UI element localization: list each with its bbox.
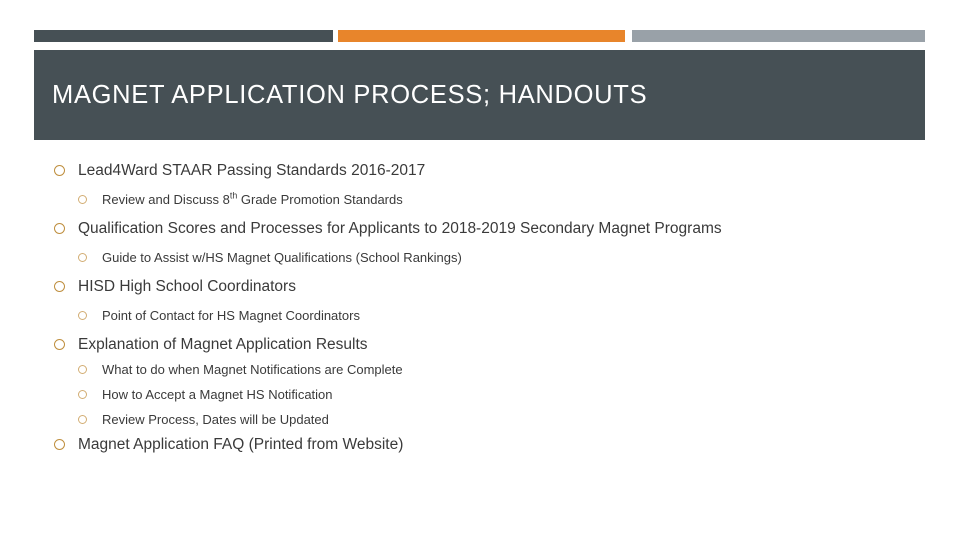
list-item-label: Qualification Scores and Processes for A…: [78, 219, 722, 237]
slide-canvas: MAGNET APPLICATION PROCESS; HANDOUTS Lea…: [0, 0, 960, 540]
bullet-circle-icon: [78, 195, 87, 204]
bullet-circle-icon: [78, 390, 87, 399]
bullet-circle-icon: [78, 415, 87, 424]
bullet-circle-icon: [78, 365, 87, 374]
list-item: Explanation of Magnet Application Result…: [34, 332, 925, 357]
bullet-circle-icon: [54, 439, 65, 450]
list-item: HISD High School Coordinators: [34, 274, 925, 299]
page-title: MAGNET APPLICATION PROCESS; HANDOUTS: [52, 80, 648, 109]
list-item-label: Review and Discuss 8th Grade Promotion S…: [102, 191, 403, 207]
list-item-label: HISD High School Coordinators: [78, 277, 296, 295]
list-item: What to do when Magnet Notifications are…: [34, 357, 925, 382]
list-item: Magnet Application FAQ (Printed from Web…: [34, 432, 925, 457]
list-item: Guide to Assist w/HS Magnet Qualificatio…: [34, 245, 925, 270]
list-item: Review Process, Dates will be Updated: [34, 407, 925, 432]
list-item: Review and Discuss 8th Grade Promotion S…: [34, 187, 925, 212]
list-item-label: How to Accept a Magnet HS Notification: [102, 387, 333, 402]
list-item-label: Explanation of Magnet Application Result…: [78, 335, 368, 353]
bullet-circle-icon: [78, 253, 87, 262]
bullet-circle-icon: [54, 339, 65, 350]
list-item-label: Guide to Assist w/HS Magnet Qualificatio…: [102, 250, 462, 265]
accent-segment-orange: [338, 30, 625, 42]
list-item-label: Review Process, Dates will be Updated: [102, 412, 329, 427]
list-item-text-before-superscript: Review and Discuss 8: [102, 192, 230, 207]
accent-segment-dark: [34, 30, 333, 42]
bullet-circle-icon: [54, 281, 65, 292]
list-item-text-after-superscript: Grade Promotion Standards: [237, 192, 403, 207]
bullet-circle-icon: [78, 311, 87, 320]
header-accent-rule: [34, 30, 925, 42]
list-item-label: Magnet Application FAQ (Printed from Web…: [78, 435, 404, 453]
list-item: Qualification Scores and Processes for A…: [34, 216, 925, 241]
list-item: Lead4Ward STAAR Passing Standards 2016-2…: [34, 158, 925, 183]
accent-gap-right: [625, 30, 632, 42]
list-item-label: Lead4Ward STAAR Passing Standards 2016-2…: [78, 161, 426, 179]
bullet-list: Lead4Ward STAAR Passing Standards 2016-2…: [34, 158, 925, 457]
list-item: How to Accept a Magnet HS Notification: [34, 382, 925, 407]
title-banner: MAGNET APPLICATION PROCESS; HANDOUTS: [34, 50, 925, 140]
bullet-circle-icon: [54, 223, 65, 234]
bullet-circle-icon: [54, 165, 65, 176]
accent-segment-gray: [632, 30, 925, 42]
list-item: Point of Contact for HS Magnet Coordinat…: [34, 303, 925, 328]
list-item-label: Point of Contact for HS Magnet Coordinat…: [102, 308, 360, 323]
list-item-label: What to do when Magnet Notifications are…: [102, 362, 403, 377]
